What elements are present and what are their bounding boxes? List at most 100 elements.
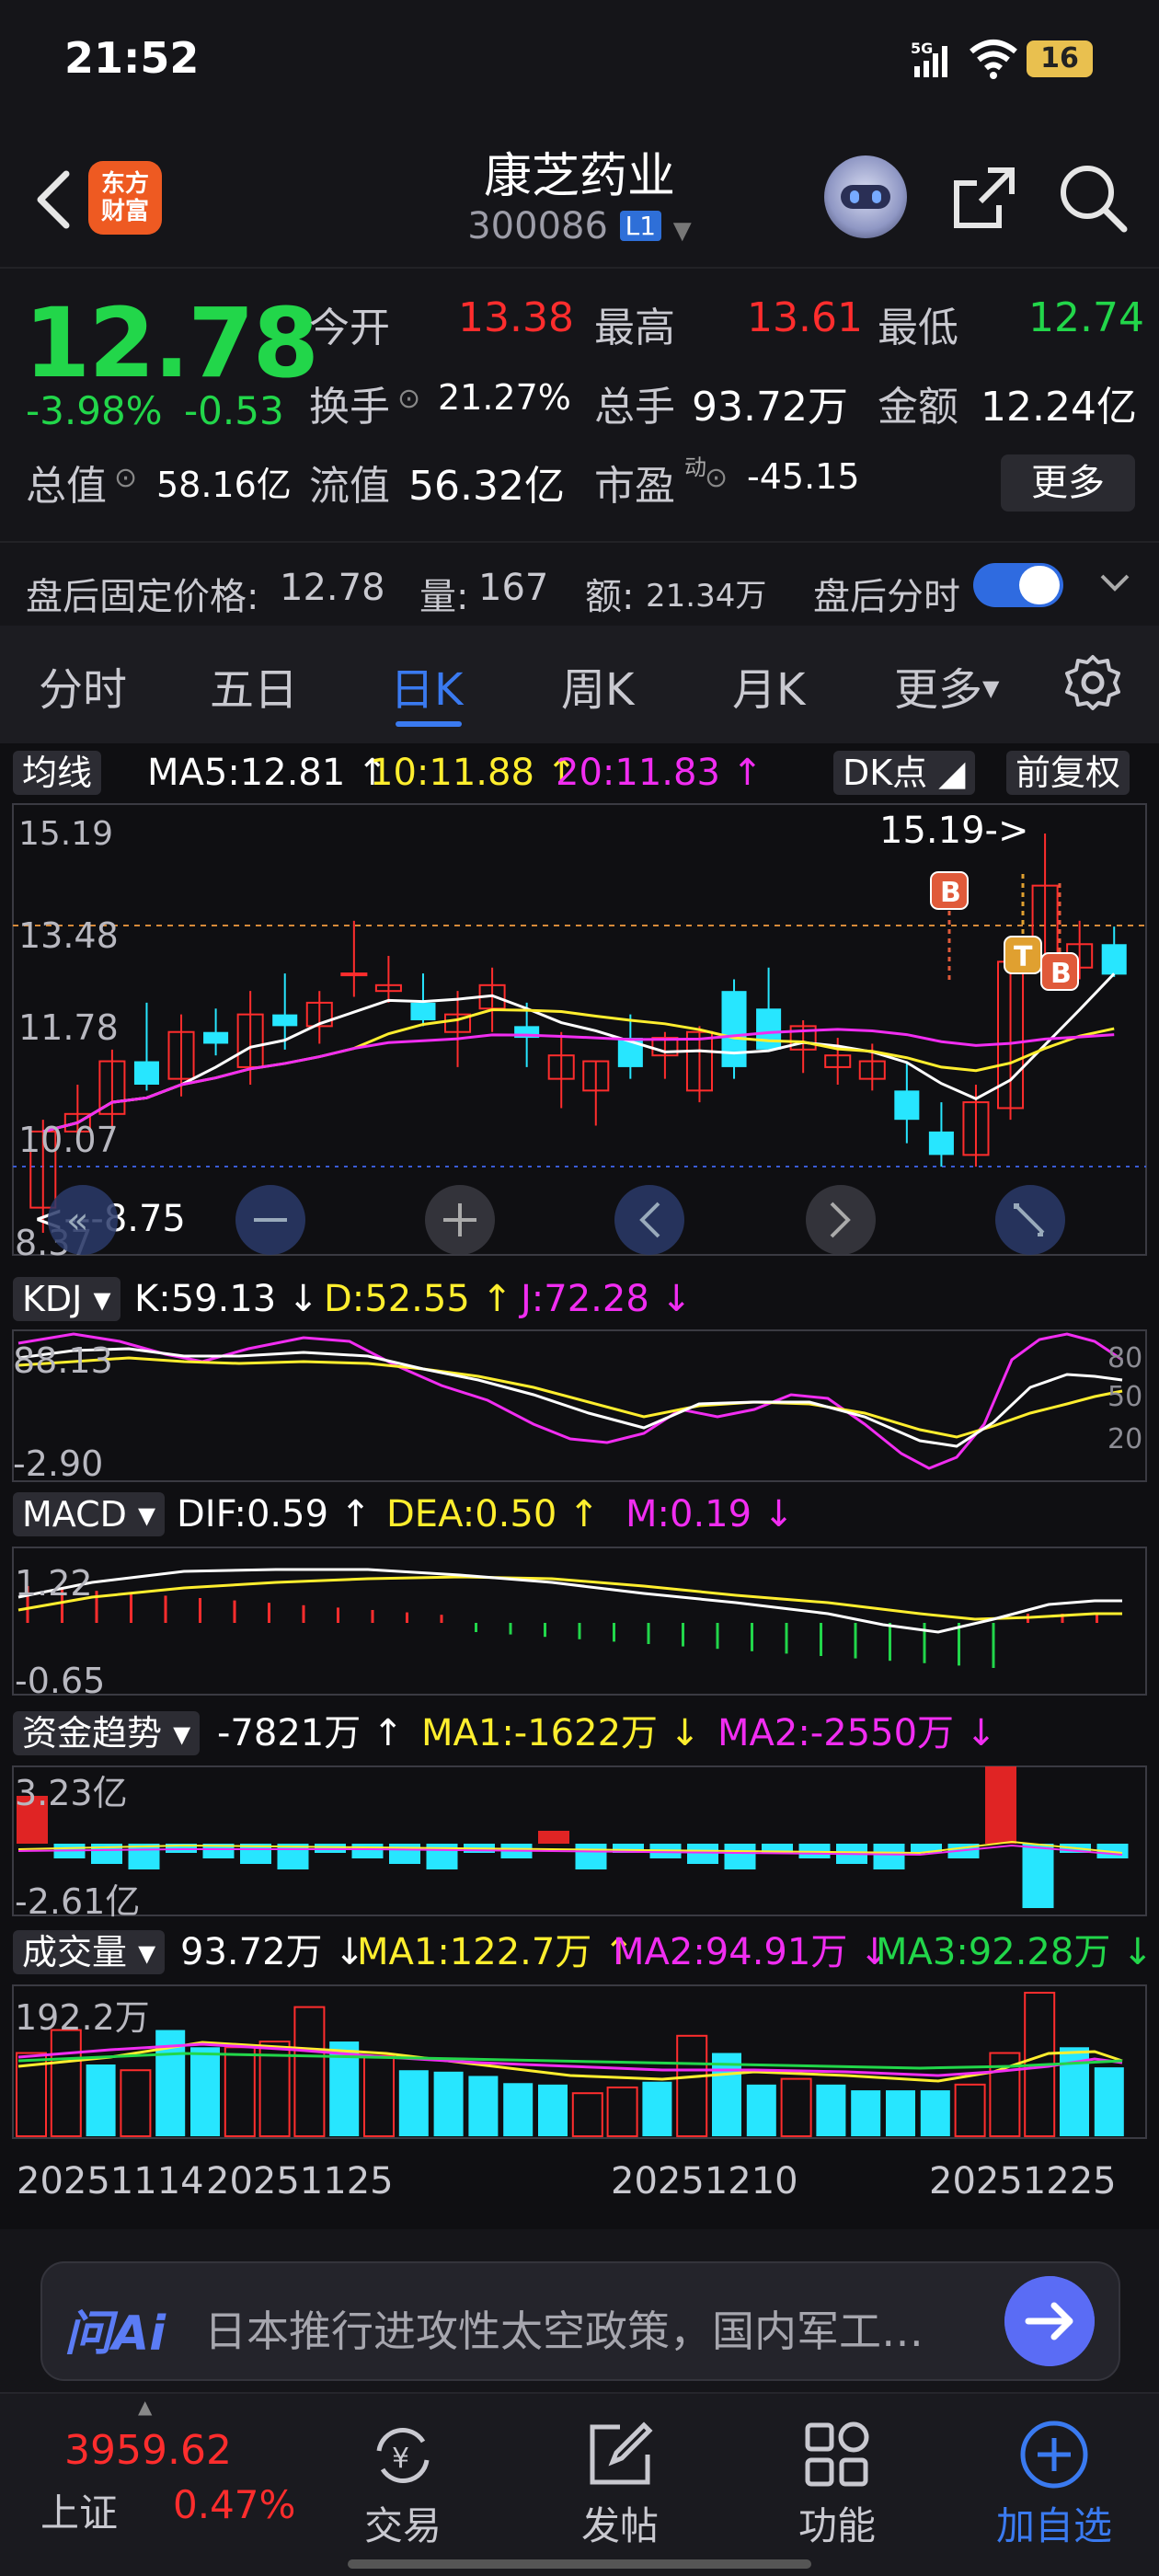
home-indicator <box>348 2559 811 2569</box>
info-icon[interactable]: ⊙ <box>397 383 420 415</box>
zoom-in-button[interactable] <box>425 1185 495 1255</box>
turnover-value: 21.27% <box>438 377 571 418</box>
volume-bar <box>780 2077 812 2137</box>
high-label: 最高 <box>594 305 675 351</box>
macd-dea-value: DEA:0.50 ↑ <box>386 1493 600 1535</box>
info-icon[interactable]: ⊙ <box>705 462 728 494</box>
volume-bar <box>120 2069 152 2137</box>
mcap-label: 总值 <box>26 463 107 510</box>
back-icon[interactable] <box>26 163 81 236</box>
change-value: -0.53 <box>184 388 284 433</box>
search-icon[interactable] <box>1056 161 1130 235</box>
trade-icon[interactable]: ¥ <box>366 2423 440 2488</box>
pe-value: -45.15 <box>747 456 860 497</box>
candle <box>547 1031 575 1109</box>
add-circle-icon[interactable] <box>1017 2418 1091 2491</box>
chevron-down-icon[interactable] <box>1096 565 1133 602</box>
volume-chart[interactable]: 192.2万 <box>0 1984 1159 2149</box>
zoom-out-button[interactable] <box>235 1185 305 1255</box>
fund-trend-selector[interactable]: 资金趋势 ▾ <box>13 1711 201 1755</box>
ai-robot-icon[interactable] <box>824 155 907 238</box>
stock-code-row[interactable]: 300086 L1 ▼ <box>396 205 763 247</box>
tab-weekly-k[interactable]: 周K <box>561 653 634 718</box>
share-icon[interactable] <box>947 161 1021 235</box>
nav-post[interactable]: 发帖 <box>546 2495 694 2551</box>
toggle-knob <box>1019 566 1060 604</box>
stock-code: 300086 <box>467 205 608 247</box>
nav-add-watchlist[interactable]: 加自选 <box>981 2495 1128 2551</box>
last-price: 12.78 <box>24 287 319 399</box>
tab-timeshare[interactable]: 分时 <box>39 653 127 718</box>
after-hours-price: 12.78 <box>280 567 385 609</box>
gear-icon[interactable] <box>1063 653 1122 712</box>
kdj-chart[interactable]: 88.13 -2.90 80 50 20 <box>0 1328 1159 1485</box>
kdj-j-value: J:72.28 ↓ <box>521 1278 693 1320</box>
index-name[interactable]: 上证 <box>40 2482 118 2538</box>
candle <box>444 991 472 1067</box>
candle <box>133 1002 159 1091</box>
tab-more[interactable]: 更多▼ <box>894 653 999 718</box>
macd-chart[interactable]: 1.22 -0.65 <box>0 1546 1159 1702</box>
chart-area[interactable]: 均线 MA5:12.81 ↑ 10:11.88 ↑ 20:11.83 ↑ DK点… <box>0 743 1159 2229</box>
dk-point-selector[interactable]: DK点 ◢ <box>833 751 975 795</box>
fund-ma2-value: MA2:-2550万 ↓ <box>717 1712 997 1754</box>
arrow-right-icon[interactable] <box>1004 2276 1095 2366</box>
buy-signal-marker[interactable]: B <box>930 871 969 984</box>
grid-icon[interactable] <box>802 2420 872 2490</box>
date-label-4: 20251225 <box>929 2160 1117 2202</box>
low-value: 12.74 <box>1028 294 1144 341</box>
stock-name[interactable]: 康芝药业 <box>396 137 763 206</box>
volume-ma1-value: MA1:122.7万 ↑ <box>357 1931 635 1973</box>
ma-selector[interactable]: 均线 <box>13 751 102 795</box>
float-value: 56.32亿 <box>408 463 565 510</box>
turnover-label: 换手 <box>309 384 390 431</box>
fullscreen-button[interactable] <box>995 1185 1065 1255</box>
volume-label: 总手 <box>594 384 675 431</box>
volume-bar <box>920 2090 950 2136</box>
tab-five-day[interactable]: 五日 <box>210 653 298 718</box>
index-change-pct[interactable]: 0.47% <box>173 2482 295 2527</box>
candle <box>582 1060 610 1126</box>
ma10-value: 10:11.88 ↑ <box>370 752 578 794</box>
ai-prompt-text[interactable]: 日本推行进攻性太空政策，国内军工… <box>204 2298 968 2359</box>
tab-monthly-k[interactable]: 月K <box>732 653 805 718</box>
volume-selector[interactable]: 成交量 ▾ <box>13 1930 166 1974</box>
kdj-selector[interactable]: KDJ ▾ <box>13 1277 120 1321</box>
edit-icon[interactable] <box>585 2420 655 2490</box>
macd-y-top: 1.22 <box>15 1563 93 1604</box>
fund-trend-chart[interactable]: 3.23亿 -2.61亿 <box>0 1765 1159 1921</box>
volume-bar <box>1094 2067 1124 2136</box>
float-label: 流值 <box>309 463 390 510</box>
svg-text:B: B <box>940 877 961 909</box>
tab-daily-k[interactable]: 日K <box>390 653 463 718</box>
candle <box>203 1008 229 1056</box>
adjustment-selector[interactable]: 前复权 <box>1006 751 1130 795</box>
wifi-icon <box>970 40 1017 79</box>
t-signal-marker[interactable]: T <box>1004 874 1042 974</box>
info-icon[interactable]: ⊙ <box>114 462 137 494</box>
scroll-left-button[interactable] <box>614 1185 684 1255</box>
nav-trade[interactable]: 交易 <box>329 2495 476 2551</box>
high-value: 13.61 <box>747 294 863 341</box>
date-label-2: 20251125 <box>206 2160 394 2202</box>
candle <box>756 967 782 1050</box>
stock-header: 东方 财富 康芝药业 300086 L1 ▼ <box>0 124 1159 267</box>
scroll-right-button[interactable] <box>806 1185 876 1255</box>
nav-functions[interactable]: 功能 <box>763 2495 911 2551</box>
fund-ma1-value: MA1:-1622万 ↓ <box>421 1712 701 1754</box>
svg-text:¥: ¥ <box>392 2443 409 2475</box>
more-button[interactable]: 更多 <box>1001 454 1135 512</box>
app-logo[interactable]: 东方 财富 <box>88 161 162 235</box>
kline-chart[interactable]: 15.19 13.48 11.78 10.07 8.37 15.19-> <--… <box>0 800 1159 1260</box>
after-hours-amt-label: 额: <box>585 576 635 618</box>
macd-selector[interactable]: MACD ▾ <box>13 1492 166 1536</box>
period-tabs: 分时 五日 日K 周K 月K 更多▼ <box>0 626 1159 743</box>
macd-y-bottom: -0.65 <box>15 1661 105 1701</box>
volume-bar <box>190 2047 220 2136</box>
buy-signal-marker-2[interactable]: B <box>1040 883 1079 991</box>
scroll-left-far-button[interactable]: « <box>48 1185 118 1255</box>
candle <box>789 1020 817 1074</box>
volume-bar <box>363 2054 395 2137</box>
volume-value: 93.72万 ↓ <box>180 1931 365 1973</box>
index-value[interactable]: 3959.62 <box>64 2427 232 2474</box>
